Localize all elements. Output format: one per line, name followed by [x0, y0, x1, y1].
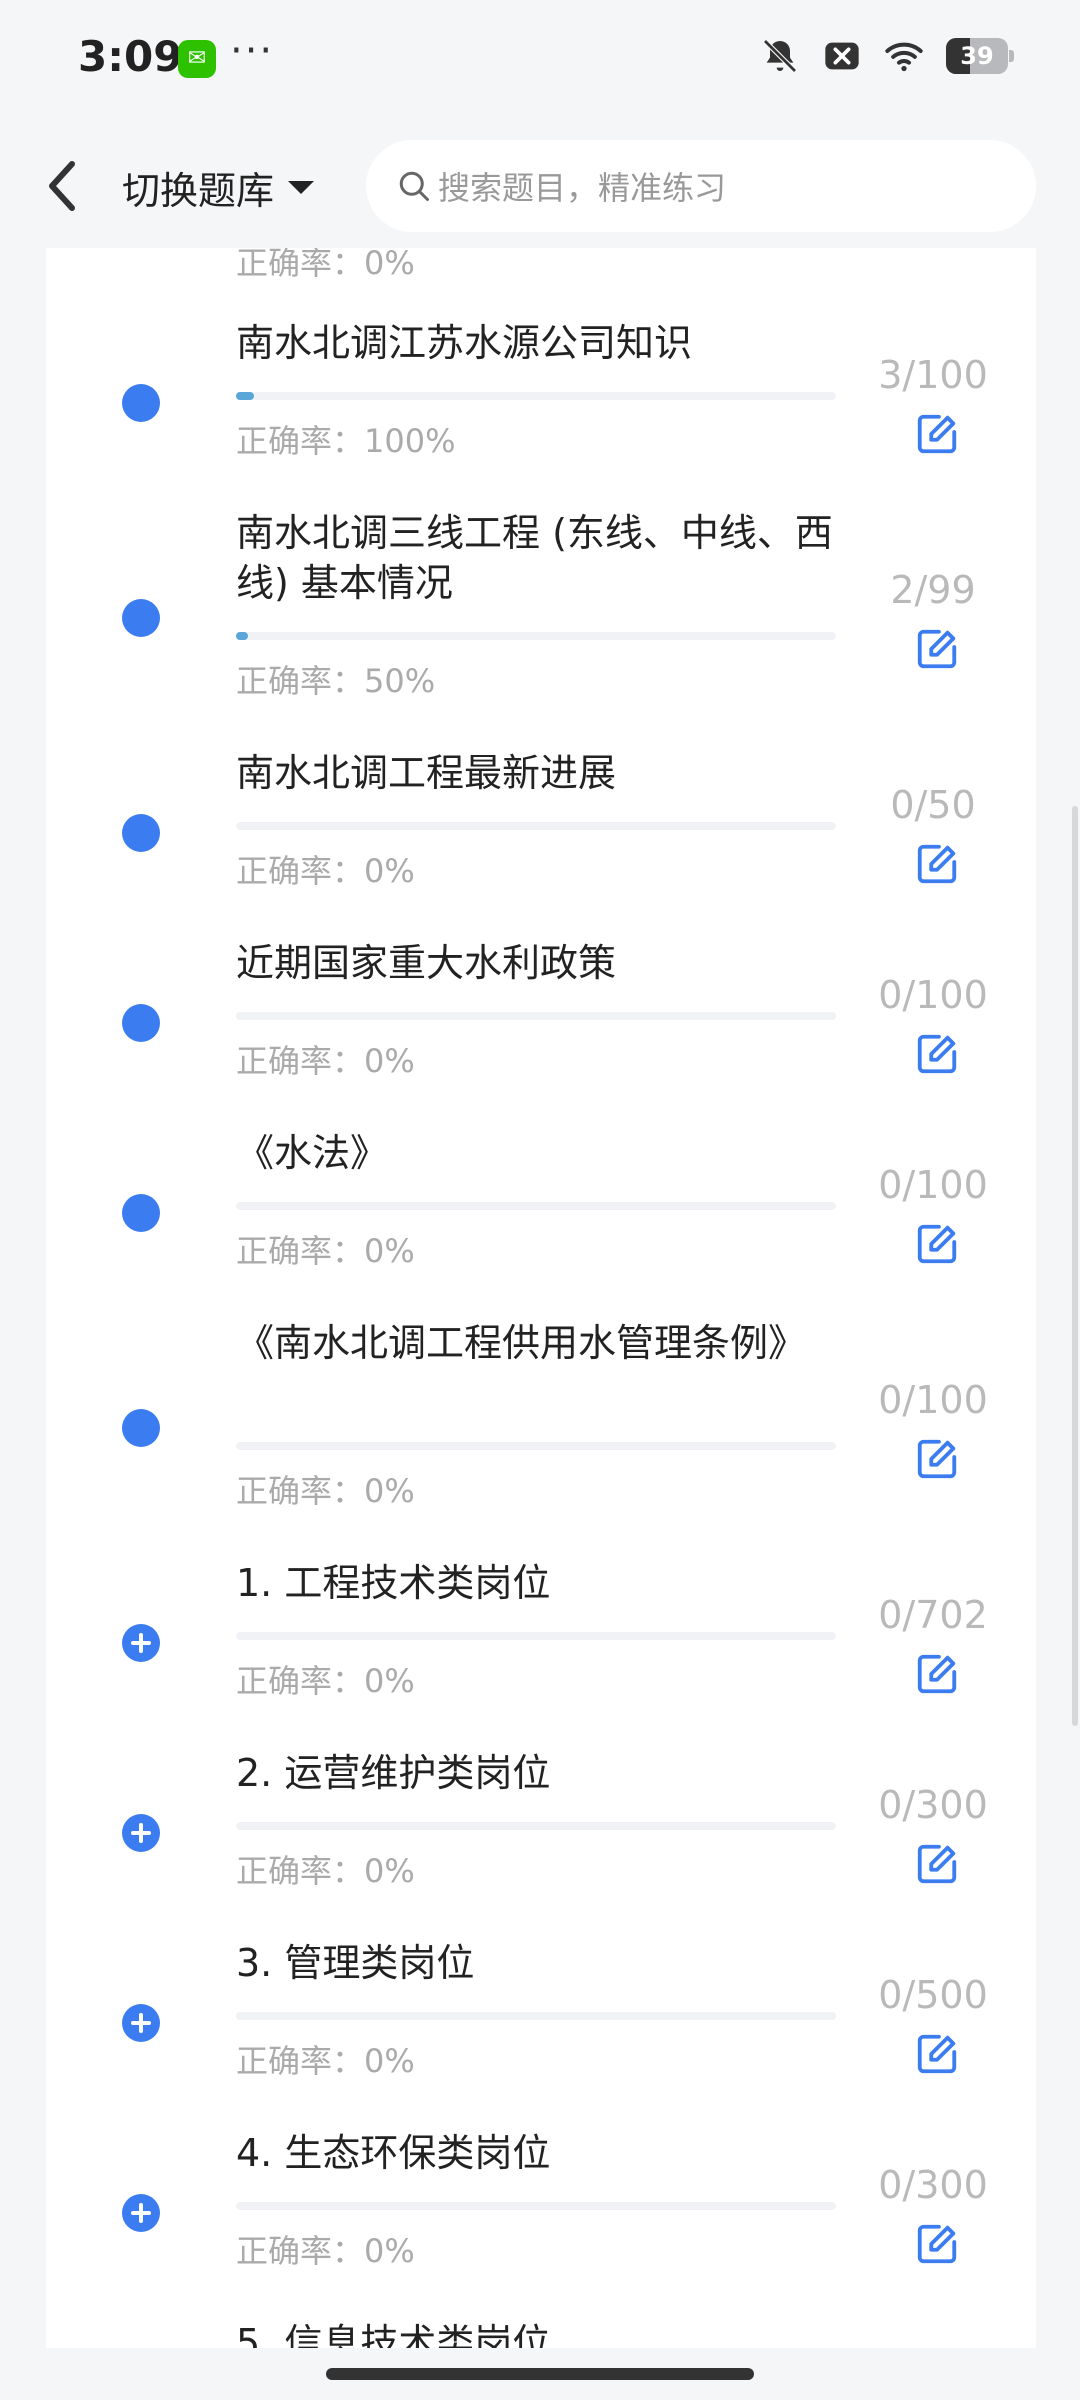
wechat-notification-icon: ✉ [178, 40, 216, 78]
progress-bar [236, 1012, 836, 1020]
item-count: 0/100 [878, 1163, 988, 1207]
list-item[interactable]: 4. 生态环保类岗位正确率：0% 0/300 [46, 2128, 1036, 2318]
progress-bar [236, 822, 836, 830]
item-count: 0/300 [878, 2163, 988, 2207]
item-count: 0/100 [878, 973, 988, 1017]
item-title: 4. 生态环保类岗位 [236, 2131, 551, 2175]
edit-icon[interactable] [914, 2031, 960, 2077]
item-count: 2/99 [890, 568, 976, 612]
plus-circle-icon[interactable] [122, 2194, 160, 2232]
scrollbar[interactable] [1072, 806, 1078, 1726]
progress-bar [236, 632, 836, 640]
status-icons: 39 [760, 36, 1014, 76]
item-count: 0/100 [878, 1378, 988, 1422]
progress-bar [236, 2202, 836, 2210]
status-dot [122, 599, 160, 637]
status-dot [122, 384, 160, 422]
edit-icon[interactable] [914, 1651, 960, 1697]
item-accuracy: 正确率：0% [236, 852, 415, 890]
edit-icon[interactable] [914, 626, 960, 672]
back-button[interactable] [40, 156, 84, 216]
edit-icon[interactable] [914, 411, 960, 457]
close-box-icon [825, 42, 859, 70]
item-title: 南水北调江苏水源公司知识 [236, 321, 693, 365]
status-dot [122, 814, 160, 852]
item-count: 3/100 [878, 353, 988, 397]
status-dot [122, 1194, 160, 1232]
edit-icon[interactable] [914, 1841, 960, 1887]
edit-icon[interactable] [914, 1436, 960, 1482]
list-item[interactable]: 3. 管理类岗位正确率：0% 0/500 [46, 1938, 1036, 2128]
list-item[interactable]: 南水北调三线工程 (东线、中线、西线) 基本情况正确率：50% 2/99 [46, 508, 1036, 748]
caret-down-icon [288, 181, 315, 194]
top-bar: 切换题库 搜索题目，精准练习 [0, 120, 1080, 248]
question-bank-list: 正确率：0% 南水北调江苏水源公司知识正确率：100% 3/100 南水北调三线工程… [46, 248, 1036, 2348]
list-item[interactable]: 南水北调工程最新进展正确率：0% 0/50 [46, 748, 1036, 938]
status-bar: 3:09 ✉ ··· 39 [0, 0, 1080, 120]
item-title: 3. 管理类岗位 [236, 1941, 475, 1985]
edit-icon[interactable] [914, 841, 960, 887]
item-title: 5. 信息技术类岗位 [236, 2321, 551, 2348]
search-placeholder: 搜索题目，精准练习 [438, 169, 727, 207]
search-input[interactable]: 搜索题目，精准练习 [366, 140, 1036, 232]
progress-bar [236, 1632, 836, 1640]
item-accuracy: 正确率：0% [236, 1852, 415, 1890]
item-title: 南水北调三线工程 (东线、中线、西线) 基本情况 [236, 511, 833, 605]
list-item[interactable]: 《水法》正确率：0% 0/100 [46, 1128, 1036, 1318]
item-title: 1. 工程技术类岗位 [236, 1561, 551, 1605]
item-count: 0/500 [878, 1973, 988, 2017]
list-item[interactable]: 5. 信息技术类岗位0/300 [46, 2318, 1036, 2348]
wifi-icon [885, 42, 923, 72]
progress-bar [236, 392, 836, 400]
item-title: 《水法》 [236, 1131, 389, 1175]
edit-icon[interactable] [914, 1031, 960, 1077]
plus-circle-icon[interactable] [122, 1814, 160, 1852]
list-item[interactable]: 南水北调江苏水源公司知识正确率：100% 3/100 [46, 318, 1036, 508]
item-title: 《南水北调工程供用水管理条例》 [236, 1321, 807, 1365]
progress-bar [236, 1202, 836, 1210]
list-item[interactable]: 《南水北调工程供用水管理条例》正确率：0% 0/100 [46, 1318, 1036, 1558]
item-title: 近期国家重大水利政策 [236, 941, 617, 985]
item-accuracy: 正确率：0% [236, 2232, 415, 2270]
battery-percent: 39 [960, 42, 994, 70]
status-dot [122, 1409, 160, 1447]
partial-item-accuracy: 正确率：0% [236, 248, 415, 282]
edit-icon[interactable] [914, 2221, 960, 2267]
item-accuracy: 正确率：100% [236, 422, 456, 460]
edit-icon[interactable] [914, 1221, 960, 1267]
search-icon [399, 171, 429, 201]
status-time: 3:09 [78, 32, 183, 81]
list-item[interactable]: 近期国家重大水利政策正确率：0% 0/100 [46, 938, 1036, 1128]
list-item[interactable]: 2. 运营维护类岗位正确率：0% 0/300 [46, 1748, 1036, 1938]
item-accuracy: 正确率：0% [236, 1042, 415, 1080]
progress-fill [236, 392, 254, 400]
plus-circle-icon[interactable] [122, 2004, 160, 2042]
item-accuracy: 正确率：0% [236, 1232, 415, 1270]
item-title: 2. 运营维护类岗位 [236, 1751, 551, 1795]
progress-bar [236, 1822, 836, 1830]
switch-bank-dropdown[interactable]: 切换题库 [122, 160, 315, 215]
item-count: 0/50 [890, 783, 976, 827]
item-accuracy: 正确率：50% [236, 662, 436, 700]
progress-bar [236, 1442, 836, 1450]
item-accuracy: 正确率：0% [236, 1662, 415, 1700]
battery-icon: 39 [946, 38, 1014, 74]
status-dot [122, 1004, 160, 1042]
bell-off-icon [763, 39, 797, 73]
progress-bar [236, 2012, 836, 2020]
item-count: 0/300 [878, 1783, 988, 1827]
list-item[interactable]: 1. 工程技术类岗位正确率：0% 0/702 [46, 1558, 1036, 1748]
item-count: 0/702 [878, 1593, 988, 1637]
gesture-nav-handle[interactable] [326, 2368, 754, 2380]
item-accuracy: 正确率：0% [236, 1472, 415, 1510]
item-accuracy: 正确率：0% [236, 2042, 415, 2080]
plus-circle-icon[interactable] [122, 1624, 160, 1662]
item-title: 南水北调工程最新进展 [236, 751, 617, 795]
progress-fill [236, 632, 248, 640]
switch-bank-label: 切换题库 [122, 169, 275, 213]
more-notifications-icon: ··· [230, 28, 275, 74]
